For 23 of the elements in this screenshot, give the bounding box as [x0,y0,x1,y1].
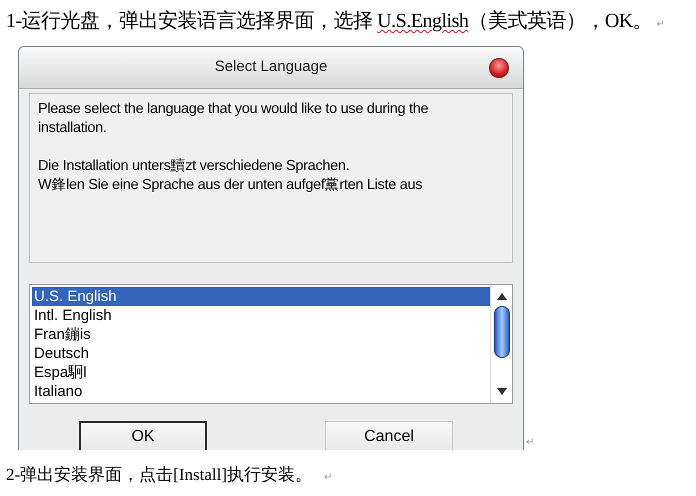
ok-button[interactable]: OK [79,421,207,450]
message-text: W鋒len Sie eine Sprache aus der unten aufgef黨rten Liste aus [38,176,424,195]
language-item[interactable]: Fran鏰is [32,325,490,344]
instruction-text: 2-弹出安装界面，点击[Install]执行安装。 [6,464,312,486]
paragraph-mark: ↵ [324,471,332,485]
instruction-text: 1-运行光盘，弹出安装语言选择界面，选择 U.S.English（美式英语），OK。 [6,9,652,34]
language-item[interactable]: Intl. English [32,306,490,325]
scroll-up-icon[interactable] [496,293,506,300]
close-icon[interactable] [489,58,509,78]
scrollbar[interactable] [490,285,512,403]
scroll-down-icon[interactable] [496,388,506,395]
language-item[interactable]: Deutsch [32,344,490,363]
paragraph-mark: ↵ [656,18,664,32]
language-item[interactable]: Espa駉l [32,363,490,382]
message-text: Die Installation unters黷zt verschiedene Sprachen. [38,157,350,176]
language-list[interactable]: U.S. English Intl. English Fran鏰is Deutsch Espa駉l Italiano [29,284,513,404]
language-item[interactable]: U.S. English [32,287,490,306]
cancel-button[interactable]: Cancel [325,421,453,450]
paragraph-mark: ↵ [526,436,534,450]
language-item[interactable]: Italiano [32,382,490,401]
message-text: Please select the language that you would like to use during the installation. [38,100,430,138]
window-title: Select Language [214,57,328,78]
scroll-thumb[interactable] [494,306,510,358]
